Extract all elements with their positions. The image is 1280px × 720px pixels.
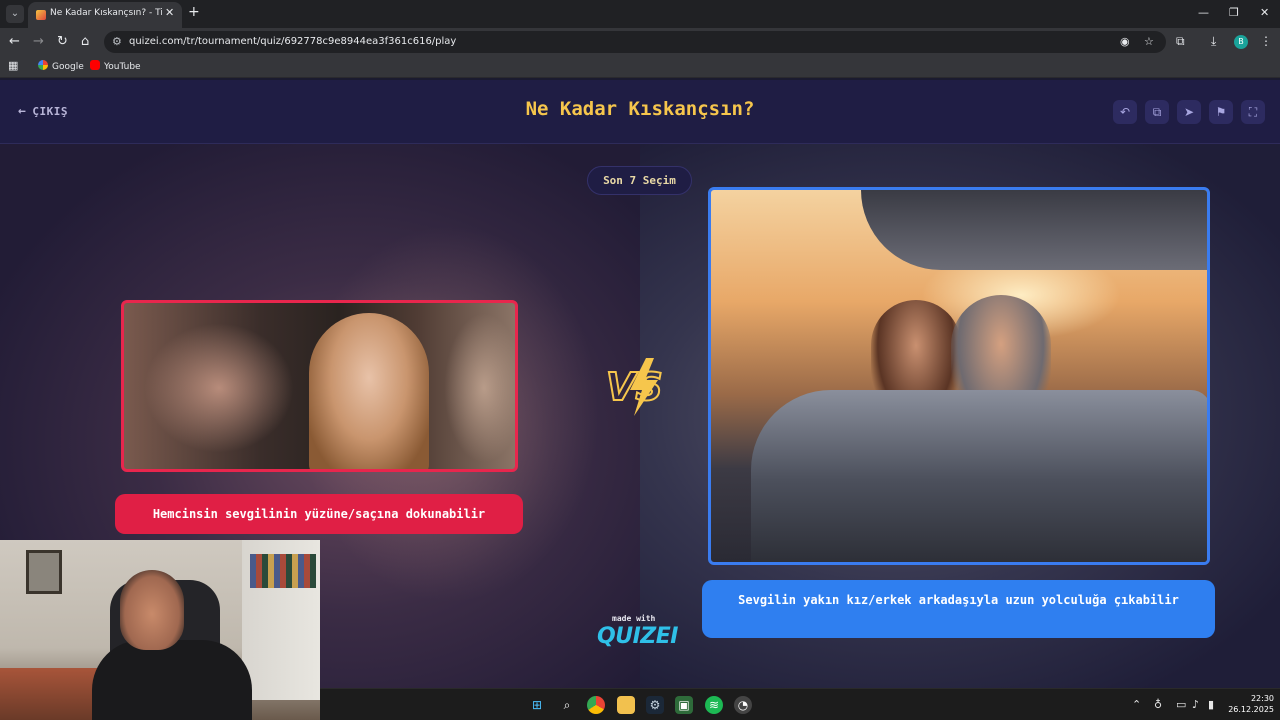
image-detail xyxy=(144,323,294,453)
flag-button[interactable]: ⚑ xyxy=(1209,100,1233,124)
page-title: Ne Kadar Kıskançsın? xyxy=(525,98,755,120)
google-icon xyxy=(38,60,48,70)
menu-kebab-icon[interactable]: ⋮ xyxy=(1260,34,1272,48)
share-icon: ⧉ xyxy=(1152,105,1162,119)
image-detail xyxy=(444,313,515,463)
clock-date: 26.12.2025 xyxy=(1228,705,1274,714)
bookmark-label: Google xyxy=(52,62,84,72)
browser-toolbar: ← → ↻ ⌂ ⚙ quizei.com/tr/tournament/quiz/… xyxy=(0,28,1280,56)
flag-icon: ⚑ xyxy=(1215,105,1227,119)
webcam-overlay xyxy=(0,540,320,720)
file-explorer-icon[interactable] xyxy=(617,696,635,714)
search-icon[interactable]: ⌕ xyxy=(558,696,576,714)
network-icon[interactable]: ▭ xyxy=(1176,698,1186,711)
webcam-detail xyxy=(26,550,62,594)
browser-tab[interactable]: Ne Kadar Kıskançsın? - Tier List ✕ xyxy=(28,2,182,28)
extensions-icon[interactable]: ⧉ xyxy=(1176,34,1185,49)
new-tab-icon[interactable]: + xyxy=(188,4,200,20)
home-icon[interactable]: ⌂ xyxy=(81,34,89,49)
spotify-icon[interactable]: ≋ xyxy=(705,696,723,714)
vs-badge: VS xyxy=(605,358,664,416)
url-text: quizei.com/tr/tournament/quiz/692778c9e8… xyxy=(129,36,457,47)
microphone-icon[interactable]: ♁ xyxy=(1154,698,1162,711)
app-icon[interactable]: ◔ xyxy=(734,696,752,714)
webcam-detail xyxy=(0,668,100,720)
browser-tabbar: ⌄ Ne Kadar Kıskançsın? - Tier List ✕ + —… xyxy=(0,0,1280,28)
made-with-label: made with xyxy=(612,614,656,623)
right-option-button[interactable]: Sevgilin yakın kız/erkek arkadaşıyla uzu… xyxy=(702,580,1215,638)
image-detail xyxy=(751,390,1207,562)
battery-icon[interactable]: ▮ xyxy=(1208,698,1214,711)
image-detail xyxy=(309,313,429,469)
right-option-image[interactable] xyxy=(708,187,1210,565)
bookmark-star-icon[interactable]: ☆ xyxy=(1144,35,1154,48)
send-button[interactable]: ➤ xyxy=(1177,100,1201,124)
back-icon[interactable]: ← xyxy=(9,34,20,49)
tab-favicon-icon xyxy=(36,10,46,20)
start-icon[interactable]: ⊞ xyxy=(528,696,546,714)
bookmark-label: YouTube xyxy=(104,62,141,72)
webcam-detail xyxy=(92,640,252,720)
bookmark-google[interactable]: Google xyxy=(38,60,84,72)
share-button[interactable]: ⧉ xyxy=(1145,100,1169,124)
undo-button[interactable]: ↶ xyxy=(1113,100,1137,124)
fullscreen-icon: ⛶ xyxy=(1248,105,1258,119)
restore-icon[interactable]: ❐ xyxy=(1229,6,1239,19)
left-option-button[interactable]: Hemcinsin sevgilinin yüzüne/saçına dokun… xyxy=(115,494,523,534)
chevron-up-icon[interactable]: ⌃ xyxy=(1132,698,1141,711)
round-counter-badge: Son 7 Seçim xyxy=(587,166,692,195)
left-option-image[interactable] xyxy=(121,300,518,472)
send-icon: ➤ xyxy=(1183,105,1195,119)
youtube-icon xyxy=(90,60,100,70)
volume-icon[interactable]: ♪ xyxy=(1192,698,1199,711)
taskbar-clock[interactable]: 22:30 26.12.2025 xyxy=(1228,693,1274,715)
clock-time: 22:30 xyxy=(1250,694,1274,703)
reload-icon[interactable]: ↻ xyxy=(57,34,68,49)
steam-icon[interactable]: ⚙ xyxy=(646,696,664,714)
webcam-detail xyxy=(120,570,184,650)
site-info-icon[interactable]: ⚙ xyxy=(112,35,122,48)
address-bar[interactable]: ⚙ quizei.com/tr/tournament/quiz/692778c9… xyxy=(104,31,1166,53)
tab-search-button[interactable]: ⌄ xyxy=(6,5,24,23)
quizei-logo[interactable]: QUIZEI xyxy=(597,624,678,649)
eye-off-icon[interactable]: ◉ xyxy=(1120,35,1130,48)
tab-close-icon[interactable]: ✕ xyxy=(165,6,174,19)
chrome-icon[interactable] xyxy=(587,696,605,714)
image-detail xyxy=(861,190,1207,270)
fullscreen-button[interactable]: ⛶ xyxy=(1241,100,1265,124)
bookmark-youtube[interactable]: YouTube xyxy=(90,60,141,72)
app-icon[interactable]: ▣ xyxy=(675,696,693,714)
minimize-icon[interactable]: — xyxy=(1198,6,1209,19)
quiz-header: ← ÇIKIŞ Ne Kadar Kıskançsın? ↶ ⧉ ➤ ⚑ ⛶ xyxy=(0,80,1280,144)
profile-avatar[interactable]: B xyxy=(1234,35,1248,49)
undo-icon: ↶ xyxy=(1119,105,1131,119)
download-icon[interactable]: ⤓ xyxy=(1211,34,1216,49)
window-close-icon[interactable]: ✕ xyxy=(1260,6,1269,19)
apps-grid-icon[interactable]: ▦ xyxy=(8,59,18,72)
windows-taskbar: ⊞ ⌕ ⚙ ▣ ≋ ◔ ⌃ ♁ ▭ ♪ ▮ xyxy=(320,688,1280,720)
forward-icon[interactable]: → xyxy=(33,34,44,49)
tab-title: Ne Kadar Kıskançsın? - Tier List xyxy=(50,8,162,18)
webcam-detail xyxy=(250,554,316,588)
bookmarks-bar: ▦ Google YouTube xyxy=(0,56,1280,78)
